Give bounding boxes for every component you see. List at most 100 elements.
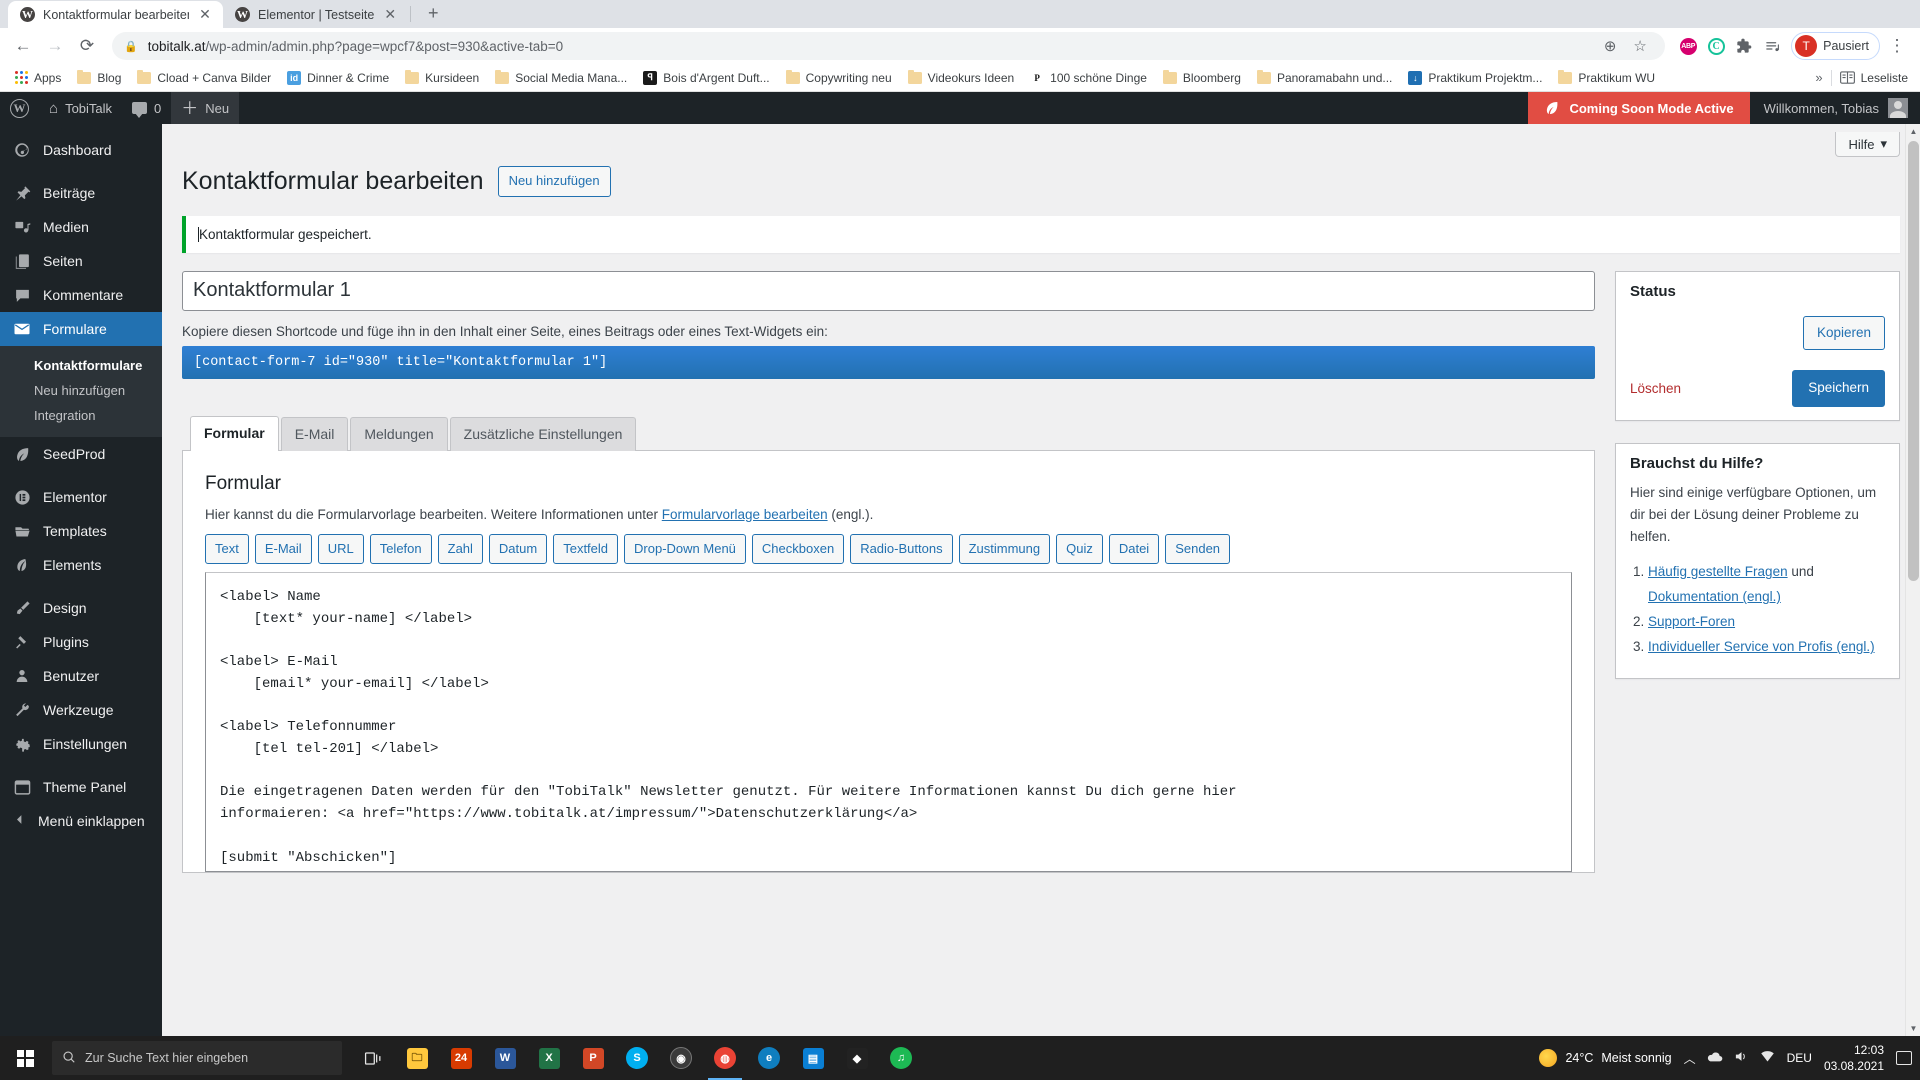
copy-button[interactable]: Kopieren [1802, 315, 1885, 351]
sidebar-item-seiten[interactable]: Seiten [0, 244, 162, 278]
coming-soon-badge[interactable]: Coming Soon Mode Active [1528, 92, 1750, 124]
tab-formular[interactable]: Formular [190, 415, 279, 451]
tag-button-senden[interactable]: Senden [1165, 533, 1231, 565]
sidebar-item-seedprod[interactable]: SeedProd [0, 437, 162, 471]
sidebar-item-kommentare[interactable]: Kommentare [0, 278, 162, 312]
bookmark-blog[interactable]: Blog [70, 68, 128, 88]
sidebar-item-plugins[interactable]: Plugins [0, 625, 162, 659]
help-link-individueller-service[interactable]: Individueller Service von Profis (engl.) [1648, 639, 1875, 654]
taskbar-app-file-explorer[interactable]: 🗀 [396, 1036, 438, 1080]
bookmark-cload-canva[interactable]: Cload + Canva Bilder [130, 68, 278, 88]
cloud-icon[interactable] [1707, 1051, 1723, 1066]
bookmark-100-schoene-dinge[interactable]: P 100 schöne Dinge [1023, 68, 1154, 88]
add-new-button[interactable]: Neu hinzufügen [497, 165, 611, 197]
help-link-dokumentation[interactable]: Dokumentation (engl.) [1648, 589, 1781, 604]
sidebar-subitem-integration[interactable]: Integration [0, 403, 162, 428]
taskbar-app-photos[interactable]: ▤ [792, 1036, 834, 1080]
browser-tab-2[interactable]: W Elementor | Testseite ✕ [223, 1, 409, 28]
shortcode-field[interactable]: [contact-form-7 id="930" title="Kontaktf… [182, 345, 1595, 379]
weather-widget[interactable]: 24°C Meist sonnig [1539, 1049, 1672, 1067]
reading-list-button[interactable]: Leseliste [1839, 71, 1908, 85]
taskbar-app-word[interactable]: W [484, 1036, 526, 1080]
chevron-up-icon[interactable]: ︿ [1684, 1050, 1696, 1067]
site-name-menu[interactable]: ⌂ TobiTalk [39, 92, 122, 124]
search-input[interactable]: Zur Suche Text hier eingeben [52, 1041, 342, 1075]
tag-button-telefon[interactable]: Telefon [369, 533, 432, 565]
bookmark-praktikum-wu[interactable]: Praktikum WU [1551, 68, 1662, 88]
close-icon[interactable]: ✕ [382, 6, 398, 23]
taskbar-app-dark[interactable]: ◆ [836, 1036, 878, 1080]
tag-button-datei[interactable]: Datei [1108, 533, 1160, 565]
taskbar-app-powerpoint[interactable]: P [572, 1036, 614, 1080]
taskbar-app-cd-player[interactable]: ◉ [660, 1036, 702, 1080]
sidebar-item-theme-panel[interactable]: Theme Panel [0, 770, 162, 804]
back-icon[interactable]: ← [8, 31, 38, 61]
form-code-editor[interactable]: <label> Name [text* your-name] </label> … [205, 572, 1572, 873]
scroll-up-arrow-icon[interactable]: ▲ [1906, 124, 1920, 139]
profile-chip[interactable]: T Pausiert [1791, 32, 1880, 60]
taskbar-app-chrome[interactable]: ◍ [704, 1036, 746, 1080]
bookmark-praktikum-projektm[interactable]: ↓ Praktikum Projektm... [1401, 68, 1549, 88]
tab-meldungen[interactable]: Meldungen [350, 416, 448, 451]
page-scrollbar[interactable]: ▲ ▼ [1905, 124, 1920, 1036]
bookmark-star-icon[interactable]: ☆ [1627, 33, 1653, 59]
tag-button-quiz[interactable]: Quiz [1056, 533, 1103, 565]
reload-icon[interactable]: ⟳ [72, 31, 102, 61]
taskbar-app-excel[interactable]: X [528, 1036, 570, 1080]
scroll-down-arrow-icon[interactable]: ▼ [1906, 1021, 1920, 1036]
form-title-input[interactable] [182, 270, 1595, 311]
tag-button-url[interactable]: URL [317, 533, 364, 565]
zoom-icon[interactable]: ⊕ [1597, 33, 1623, 59]
address-bar[interactable]: 🔒 tobitalk.at/wp-admin/admin.php?page=wp… [112, 32, 1666, 60]
taskbar-app-calendar[interactable]: 24 [440, 1036, 482, 1080]
bookmark-copywriting[interactable]: Copywriting neu [779, 68, 899, 88]
sidebar-item-elementor[interactable]: Elementor [0, 480, 162, 514]
sidebar-item-werkzeuge[interactable]: Werkzeuge [0, 693, 162, 727]
sidebar-item-dashboard[interactable]: Dashboard [0, 133, 162, 167]
new-tab-button[interactable]: + [419, 0, 447, 27]
sidebar-item-formulare[interactable]: Formulare [0, 312, 162, 346]
adblock-plus-icon[interactable]: ABP [1675, 33, 1701, 59]
volume-icon[interactable] [1734, 1050, 1749, 1066]
sidebar-item-beitraege[interactable]: Beiträge [0, 176, 162, 210]
browser-tab-1[interactable]: W Kontaktformular bearbeiten ‹ Tob ✕ [8, 1, 223, 28]
panel-desc-link[interactable]: Formularvorlage bearbeiten [662, 507, 828, 522]
sidebar-item-benutzer[interactable]: Benutzer [0, 659, 162, 693]
language-indicator[interactable]: DEU [1787, 1051, 1812, 1065]
new-content-menu[interactable]: ＋ Neu [171, 92, 240, 124]
scrollbar-thumb[interactable] [1908, 141, 1919, 581]
bookmark-panoramabahn[interactable]: Panoramabahn und... [1250, 68, 1399, 88]
sidebar-item-medien[interactable]: Medien [0, 210, 162, 244]
grammarly-icon[interactable]: C [1703, 33, 1729, 59]
tag-button-email[interactable]: E-Mail [254, 533, 312, 565]
sidebar-item-elements[interactable]: Elements [0, 548, 162, 582]
tab-zusaetzliche-einstellungen[interactable]: Zusätzliche Einstellungen [449, 416, 637, 451]
reading-list-icon[interactable] [1759, 33, 1785, 59]
sidebar-subitem-neu-hinzufuegen[interactable]: Neu hinzufügen [0, 378, 162, 403]
bookmark-bloomberg[interactable]: Bloomberg [1156, 68, 1248, 88]
bookmark-apps[interactable]: Apps [8, 68, 68, 88]
help-tab-button[interactable]: Hilfe ▾ [1835, 132, 1900, 157]
sidebar-item-templates[interactable]: Templates [0, 514, 162, 548]
bookmarks-overflow-icon[interactable]: » [1815, 70, 1822, 85]
close-icon[interactable]: ✕ [197, 6, 213, 23]
collapse-menu-button[interactable]: Menü einklappen [0, 804, 162, 838]
notification-icon[interactable] [1896, 1051, 1912, 1065]
tag-button-checkboxen[interactable]: Checkboxen [751, 533, 845, 565]
chrome-menu-icon[interactable]: ⋮ [1882, 31, 1912, 61]
tag-button-zahl[interactable]: Zahl [437, 533, 483, 565]
tag-button-datum[interactable]: Datum [488, 533, 548, 565]
sidebar-item-design[interactable]: Design [0, 591, 162, 625]
wp-logo-menu[interactable]: W [0, 92, 39, 124]
tag-button-radio-buttons[interactable]: Radio-Buttons [850, 533, 953, 565]
bookmark-social-media[interactable]: Social Media Mana... [488, 68, 634, 88]
extensions-puzzle-icon[interactable] [1731, 33, 1757, 59]
comments-menu[interactable]: 0 [122, 92, 171, 124]
tag-button-text[interactable]: Text [205, 533, 249, 565]
delete-link[interactable]: Löschen [1630, 381, 1681, 396]
clock[interactable]: 12:03 03.08.2021 [1824, 1042, 1884, 1074]
task-view-button[interactable] [352, 1036, 394, 1080]
sidebar-subitem-kontaktformulare[interactable]: Kontaktformulare [0, 353, 162, 378]
taskbar-app-edge[interactable]: e [748, 1036, 790, 1080]
network-icon[interactable] [1760, 1050, 1775, 1066]
